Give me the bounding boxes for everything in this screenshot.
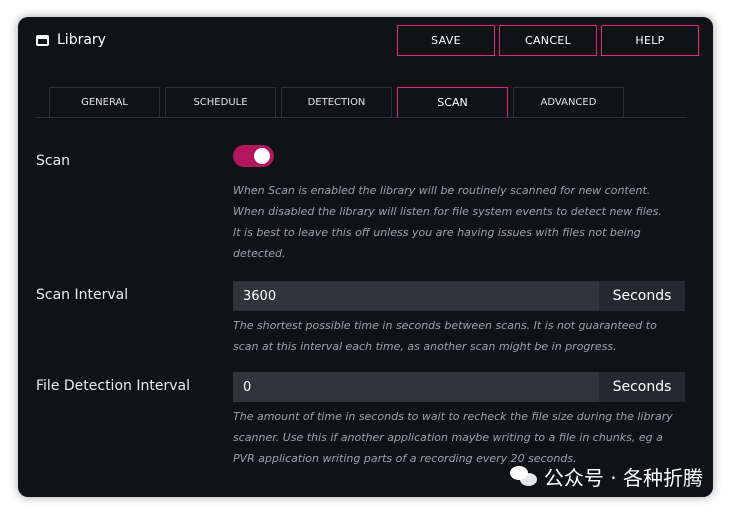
tab-detection[interactable]: DETECTION (281, 87, 392, 117)
file-detection-interval-label: File Detection Interval (36, 378, 190, 394)
file-detection-interval-input[interactable] (233, 372, 599, 402)
help-line: It is best to leave this off unless you … (233, 226, 641, 239)
file-detection-interval-group: Seconds (233, 372, 685, 402)
help-line: The amount of time in seconds to wait to… (233, 410, 673, 423)
window-icon (36, 34, 49, 46)
window-title-text: Library (57, 32, 106, 48)
scan-interval-unit: Seconds (599, 281, 685, 311)
help-line: When Scan is enabled the library will be… (233, 184, 651, 197)
wechat-icon (509, 465, 538, 488)
help-line: scan at this interval each time, as anot… (233, 340, 617, 353)
scan-label: Scan (36, 153, 71, 169)
scan-help: When Scan is enabled the library will be… (233, 180, 673, 264)
toolbar: SAVE CANCEL HELP (397, 25, 699, 56)
help-line: When disabled the library will listen fo… (233, 205, 662, 218)
tab-schedule[interactable]: SCHEDULE (165, 87, 276, 117)
tabs-divider (36, 117, 687, 118)
cancel-button[interactable]: CANCEL (499, 25, 597, 56)
tab-bar: GENERAL SCHEDULE DETECTION SCAN ADVANCED (49, 87, 624, 117)
help-line: The shortest possible time in seconds be… (233, 319, 657, 332)
window-title: Library (36, 32, 106, 48)
tab-advanced[interactable]: ADVANCED (513, 87, 624, 117)
file-detection-interval-unit: Seconds (599, 372, 685, 402)
scan-interval-label: Scan Interval (36, 287, 129, 303)
tab-general[interactable]: GENERAL (49, 87, 160, 117)
toggle-knob (254, 148, 270, 164)
watermark: 公众号 · 各种折腾 (509, 462, 703, 491)
scan-interval-group: Seconds (233, 281, 685, 311)
save-button[interactable]: SAVE (397, 25, 495, 56)
scan-interval-input[interactable] (233, 281, 599, 311)
tab-scan[interactable]: SCAN (397, 87, 508, 117)
scan-toggle[interactable] (233, 145, 274, 167)
library-settings-window: Library SAVE CANCEL HELP GENERAL SCHEDUL… (18, 17, 713, 497)
watermark-text: 公众号 · 各种折腾 (543, 466, 703, 490)
scan-interval-help: The shortest possible time in seconds be… (233, 315, 673, 357)
help-button[interactable]: HELP (601, 25, 699, 56)
help-line: detected. (233, 247, 286, 260)
file-detection-interval-help: The amount of time in seconds to wait to… (233, 406, 673, 469)
help-line: scanner. Use this if another application… (233, 431, 663, 444)
